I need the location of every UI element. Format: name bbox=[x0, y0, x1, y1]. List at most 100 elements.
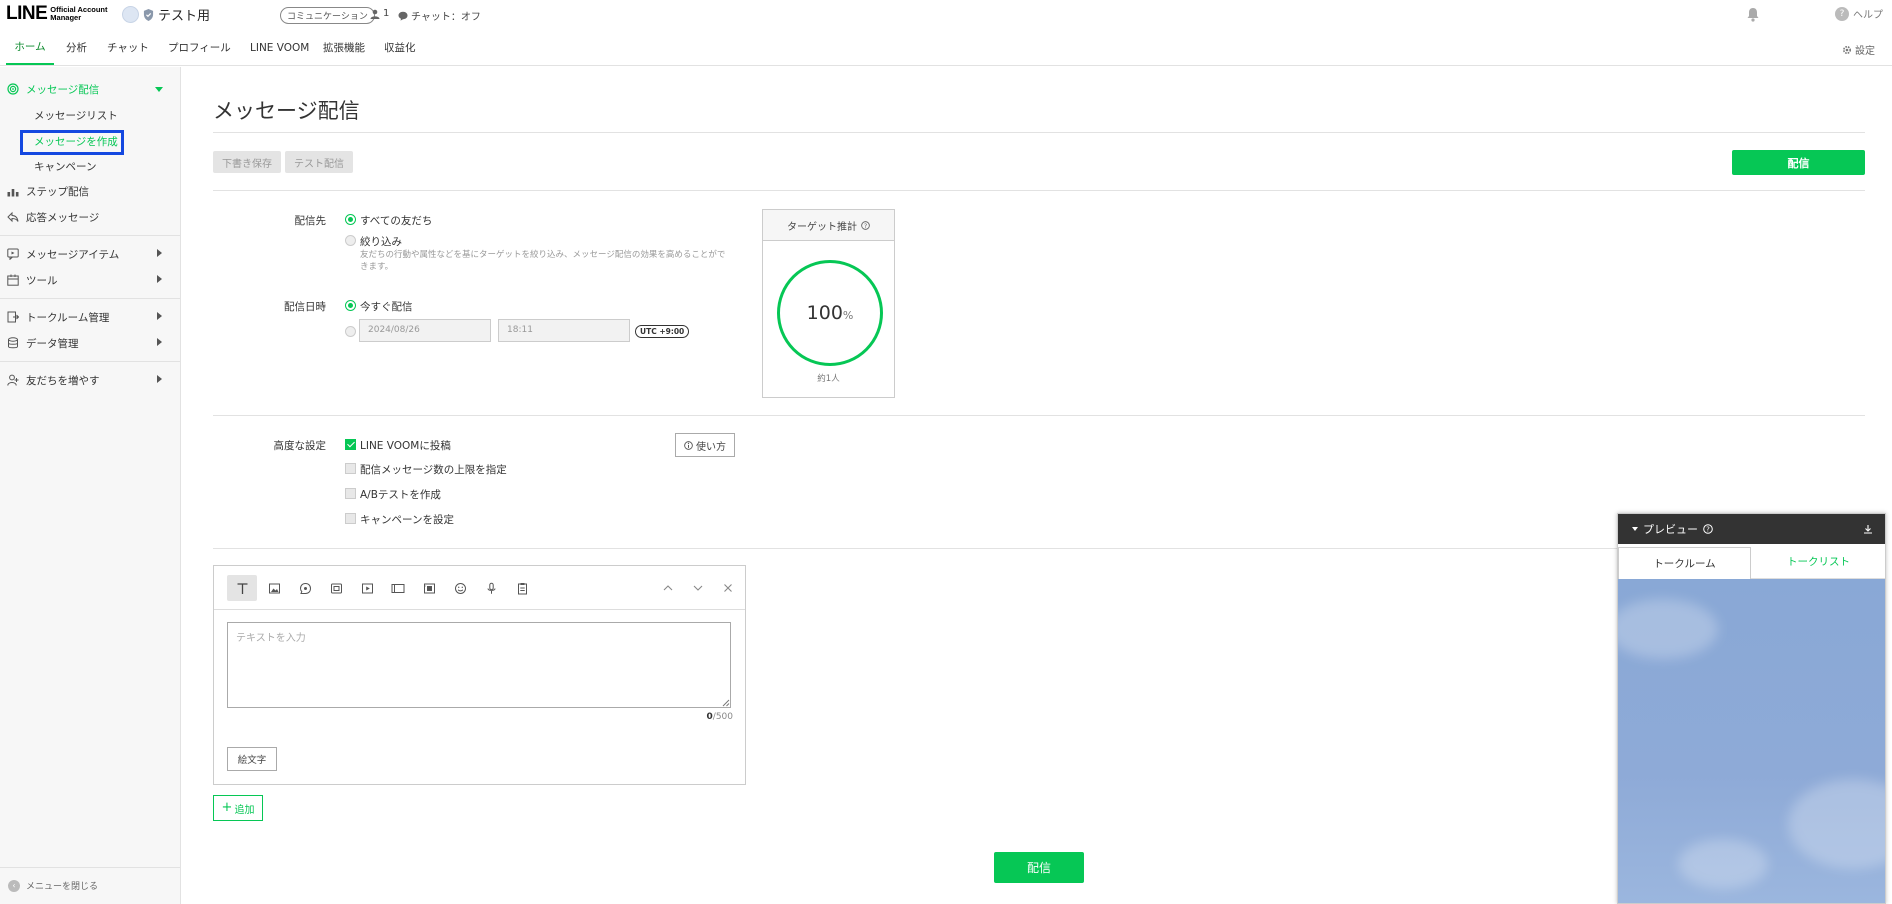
emoji-tool-button[interactable] bbox=[445, 575, 475, 601]
recipient-filter-radio[interactable] bbox=[345, 235, 356, 246]
resize-handle-icon[interactable] bbox=[722, 699, 730, 707]
chevron-down-icon bbox=[155, 87, 163, 92]
tab-monetization[interactable]: 収益化 bbox=[384, 30, 416, 65]
recipient-all-radio[interactable] bbox=[345, 214, 356, 225]
download-icon[interactable] bbox=[1863, 524, 1873, 534]
card-message-tool-button[interactable] bbox=[383, 575, 413, 601]
remove-block-button[interactable] bbox=[713, 575, 743, 601]
rich-video-tool-button[interactable] bbox=[414, 575, 444, 601]
message-limit-checkbox[interactable] bbox=[345, 463, 356, 474]
question-icon[interactable]: ? bbox=[1703, 524, 1713, 534]
move-down-button[interactable] bbox=[683, 575, 713, 601]
send-button-bottom[interactable]: 配信 bbox=[994, 852, 1084, 883]
target-percent-value: 100 bbox=[806, 302, 843, 324]
plus-icon: + bbox=[221, 800, 233, 815]
page-title: メッセージ配信 bbox=[213, 99, 360, 123]
sidebar-item-auto-reply[interactable]: 応答メッセージ bbox=[0, 207, 180, 227]
chevron-right-icon bbox=[157, 375, 162, 383]
close-icon bbox=[724, 584, 732, 592]
emoji-button[interactable]: 絵文字 bbox=[227, 747, 277, 771]
message-editor: テキストを入力 0/500 絵文字 bbox=[213, 565, 746, 785]
message-text-input[interactable]: テキストを入力 bbox=[227, 622, 731, 708]
sidebar-subitem-message-list[interactable]: メッセージリスト bbox=[34, 108, 118, 123]
tab-analytics[interactable]: 分析 bbox=[66, 30, 87, 65]
time-input[interactable]: 18:11 bbox=[498, 319, 630, 342]
target-estimate-panel: ターゲット推計 ? 100% 約1人 bbox=[762, 209, 895, 398]
recipient-filter-label[interactable]: 絞り込み bbox=[360, 234, 402, 249]
character-count: 0/500 bbox=[684, 712, 733, 722]
tab-extensions[interactable]: 拡張機能 bbox=[323, 30, 365, 65]
recipient-hint: 友だちの行動や属性などを基にターゲットを絞り込み、メッセージ配信の効果を高めるこ… bbox=[360, 250, 726, 272]
text-icon bbox=[237, 582, 247, 594]
settings-label: 設定 bbox=[1855, 46, 1875, 57]
campaign-label[interactable]: キャンペーンを設定 bbox=[360, 512, 454, 527]
tab-chat[interactable]: チャット bbox=[107, 30, 149, 65]
tab-profile[interactable]: プロフィール bbox=[168, 30, 231, 65]
bell-icon[interactable] bbox=[1746, 7, 1760, 22]
sticker-tool-button[interactable] bbox=[290, 575, 320, 601]
svg-text:?: ? bbox=[1706, 526, 1710, 534]
chevron-right-icon bbox=[157, 275, 162, 283]
ab-test-checkbox[interactable] bbox=[345, 488, 356, 499]
highlight-box bbox=[20, 130, 124, 155]
account-switcher[interactable]: テスト用 bbox=[122, 5, 210, 24]
image-tool-button[interactable] bbox=[259, 575, 289, 601]
ab-test-label[interactable]: A/Bテストを作成 bbox=[360, 487, 441, 502]
chevron-right-icon bbox=[157, 338, 162, 346]
sidebar-item-data[interactable]: データ管理 bbox=[0, 333, 180, 353]
account-type-badge: コミュニケーション bbox=[280, 7, 375, 24]
chat-status[interactable]: チャット：オフ bbox=[398, 8, 481, 23]
tab-line-voom[interactable]: LINE VOOM bbox=[250, 30, 309, 65]
send-now-radio[interactable] bbox=[345, 300, 356, 311]
settings-link[interactable]: 設定 bbox=[1842, 42, 1875, 57]
send-now-label[interactable]: 今すぐ配信 bbox=[360, 299, 413, 314]
sidebar-item-talkroom[interactable]: トークルーム管理 bbox=[0, 307, 180, 327]
sidebar-item-step[interactable]: ステップ配信 bbox=[0, 181, 180, 201]
tab-talklist[interactable]: トークリスト bbox=[1752, 544, 1885, 578]
add-message-button[interactable]: + 追加 bbox=[213, 795, 263, 821]
recipient-all-label[interactable]: すべての友だち bbox=[360, 213, 432, 228]
logo-sub-line2: Manager bbox=[50, 13, 82, 22]
question-icon[interactable]: ? bbox=[861, 220, 870, 230]
test-send-button[interactable]: テスト配信 bbox=[285, 151, 353, 173]
sidebar-item-message-items[interactable]: メッセージアイテム bbox=[0, 244, 180, 264]
coupon-tool-button[interactable] bbox=[321, 575, 351, 601]
film-icon bbox=[423, 583, 435, 593]
sidebar-item-label: メッセージ配信 bbox=[26, 83, 100, 96]
talkroom-icon bbox=[7, 311, 19, 323]
voom-post-label[interactable]: LINE VOOMに投稿 bbox=[360, 438, 451, 453]
video-tool-button[interactable] bbox=[352, 575, 382, 601]
tab-talkroom[interactable]: トークルーム bbox=[1618, 547, 1751, 579]
save-draft-button[interactable]: 下書き保存 bbox=[213, 151, 281, 173]
sidebar-subitem-campaign[interactable]: キャンペーン bbox=[34, 159, 96, 174]
help-icon: ? bbox=[1835, 6, 1849, 21]
survey-tool-button[interactable] bbox=[507, 575, 537, 601]
message-limit-label[interactable]: 配信メッセージ数の上限を指定 bbox=[360, 462, 507, 477]
chat-status-label: チャット：オフ bbox=[411, 12, 481, 23]
sidebar-item-tools[interactable]: ツール bbox=[0, 270, 180, 290]
editor-toolbar bbox=[214, 566, 745, 610]
text-tool-button[interactable] bbox=[227, 575, 257, 601]
tab-home[interactable]: ホーム bbox=[6, 30, 54, 65]
friend-count-value: 1 bbox=[383, 8, 390, 19]
caret-down-icon bbox=[1632, 527, 1638, 531]
preview-header[interactable]: プレビュー ? bbox=[1618, 514, 1885, 544]
send-button-top[interactable]: 配信 bbox=[1732, 150, 1865, 175]
account-avatar bbox=[122, 6, 139, 23]
date-input[interactable]: 2024/08/26 bbox=[359, 319, 491, 342]
campaign-checkbox[interactable] bbox=[345, 513, 356, 524]
send-scheduled-radio[interactable] bbox=[345, 326, 356, 337]
move-up-button[interactable] bbox=[653, 575, 683, 601]
sidebar-item-broadcast[interactable]: メッセージ配信 bbox=[0, 79, 180, 99]
how-to-button[interactable]: 使い方 bbox=[675, 433, 735, 457]
sidebar-divider bbox=[0, 235, 180, 236]
divider bbox=[213, 132, 1865, 133]
voom-post-checkbox[interactable] bbox=[345, 439, 356, 450]
line-oam-logo[interactable]: LINE Official Account Manager bbox=[6, 3, 108, 25]
sticker-icon bbox=[299, 582, 311, 594]
close-menu-button[interactable]: ‹ メニューを閉じる bbox=[8, 879, 98, 892]
sidebar-item-friends[interactable]: 友だちを増やす bbox=[0, 370, 180, 390]
card-icon bbox=[391, 583, 405, 593]
voice-tool-button[interactable] bbox=[476, 575, 506, 601]
help-link[interactable]: ? ヘルプ bbox=[1835, 6, 1883, 21]
